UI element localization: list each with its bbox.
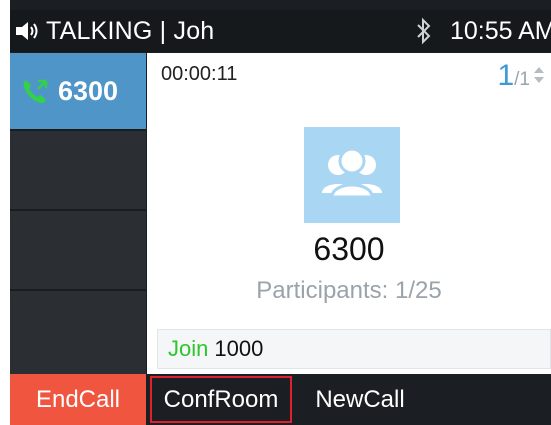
conference-avatar [304, 127, 400, 223]
group-icon [322, 147, 382, 199]
phone-screen: TALKING | Joh 10:55 AM 6300 00:00:11 1 /… [10, 0, 551, 425]
participants-count: Participants: 1/25 [256, 277, 442, 304]
speaker-icon [16, 22, 38, 40]
join-bar[interactable]: Join 1000 [157, 329, 551, 369]
conference-number: 6300 [313, 231, 385, 267]
join-number: 1000 [214, 336, 264, 361]
bluetooth-icon [417, 17, 431, 45]
conference-panel: 00:00:11 1 / 1 6300 Participants: 1/25 J [147, 53, 551, 374]
line-item-empty[interactable] [10, 213, 146, 291]
line-item-active[interactable]: 6300 [10, 53, 146, 131]
conf-room-button[interactable]: ConfRoom [150, 376, 292, 423]
page-indicator: 1 / 1 [497, 59, 545, 93]
up-down-arrows-icon[interactable] [533, 65, 545, 85]
line-label: 6300 [58, 75, 119, 106]
page-total: 1 [519, 69, 530, 90]
line-item-empty[interactable] [10, 133, 146, 211]
call-status-text: TALKING | Joh [46, 16, 215, 45]
new-call-button[interactable]: NewCall [292, 374, 428, 425]
join-label: Join [168, 336, 209, 361]
call-line-list: 6300 [10, 53, 146, 374]
phone-call-icon [23, 79, 48, 104]
line-item-empty[interactable] [10, 293, 146, 371]
call-timer: 00:00:11 [161, 63, 238, 85]
page-current: 1 [497, 59, 515, 92]
softkey-bar: EndCall ConfRoom NewCall [10, 374, 551, 425]
clock: 10:55 AM [450, 17, 551, 45]
status-bar: TALKING | Joh 10:55 AM [10, 10, 551, 52]
end-call-button[interactable]: EndCall [10, 374, 146, 425]
